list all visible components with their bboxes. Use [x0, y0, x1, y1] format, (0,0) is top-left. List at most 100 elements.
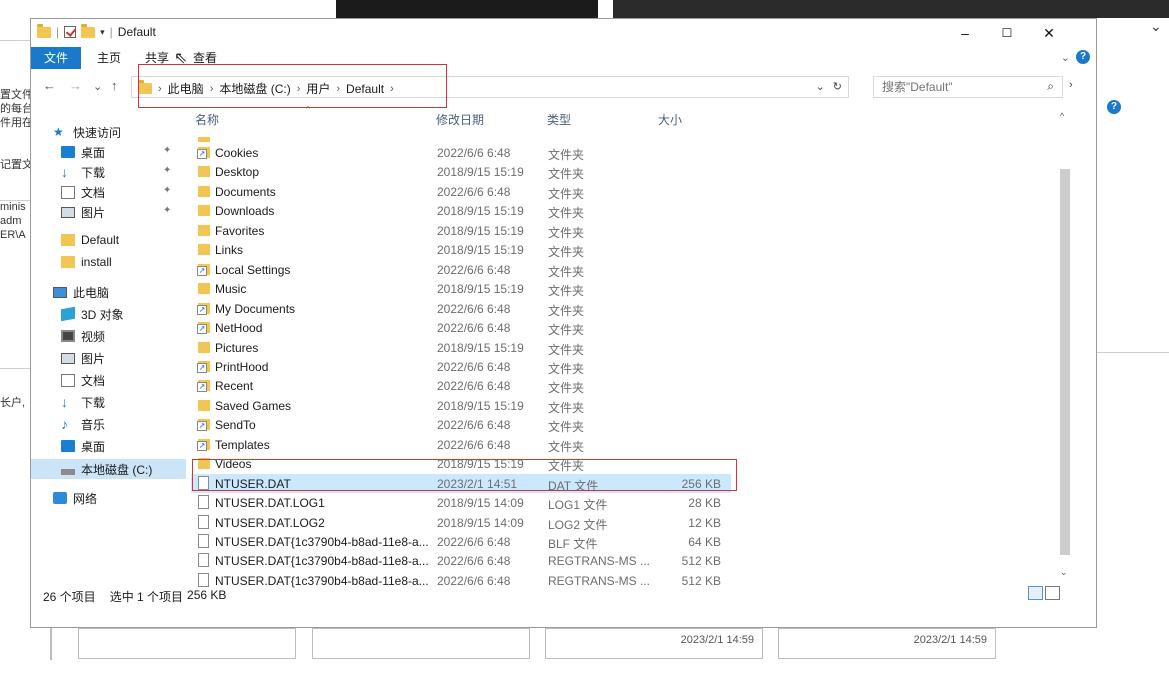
file-row[interactable]: NetHood 2022/6/6 6:48 文件夹: [191, 318, 731, 338]
nav-item-default[interactable]: Default: [61, 230, 119, 250]
search-input[interactable]: [874, 77, 1034, 97]
nav-item-downloads[interactable]: ↓ 下载 ✦: [61, 162, 186, 182]
back-arrow-icon[interactable]: ←: [43, 78, 56, 93]
nav-this-pc[interactable]: 此电脑: [53, 282, 109, 302]
file-row[interactable]: Cookies 2022/6/6 6:48 文件夹: [191, 143, 731, 163]
nav-item-install[interactable]: install: [61, 252, 112, 272]
maximize-button[interactable]: ☐: [986, 22, 1028, 44]
address-dropdown-icon[interactable]: ⌄: [816, 80, 825, 93]
background-text-fragment: adm: [0, 215, 22, 227]
file-row[interactable]: Local Settings 2022/6/6 6:48 文件夹: [191, 260, 731, 280]
file-row[interactable]: PrintHood 2022/6/6 6:48 文件夹: [191, 357, 731, 377]
network-icon: [53, 492, 67, 504]
column-header-size[interactable]: 大小: [658, 111, 682, 128]
nav-item-documents-pc[interactable]: 文档: [61, 370, 105, 390]
scroll-up-icon[interactable]: ^: [1060, 111, 1064, 121]
file-name: NTUSER.DAT{1c3790b4-b8ad-11e8-a...: [215, 554, 429, 569]
background-help-icon: ?: [1107, 100, 1121, 114]
file-row[interactable]: Favorites 2018/9/15 15:19 文件夹: [191, 221, 731, 241]
tab-file[interactable]: 文件: [31, 47, 81, 69]
nav-item-downloads-pc[interactable]: ↓ 下载: [61, 392, 105, 412]
chevron-right-icon[interactable]: ›: [1069, 79, 1073, 91]
nav-label: 桌面: [81, 145, 106, 160]
file-row[interactable]: Recent 2022/6/6 6:48 文件夹: [191, 376, 731, 396]
desktop-icon: [61, 146, 75, 158]
forward-arrow-icon[interactable]: →: [69, 78, 82, 93]
file-name: Pictures: [215, 340, 259, 355]
customize-toolbar-icon[interactable]: ▾: [100, 27, 105, 38]
search-box: ⌕: [873, 76, 1063, 98]
properties-icon[interactable]: [64, 26, 77, 38]
file-row[interactable]: Downloads 2018/9/15 15:19 文件夹: [191, 201, 731, 221]
large-icons-view-icon[interactable]: [1045, 586, 1060, 600]
file-type: 文件夹: [548, 381, 585, 396]
column-header-name[interactable]: 名称: [195, 111, 219, 128]
shortcut-folder-icon: [197, 380, 210, 393]
tab-home[interactable]: 主页: [91, 47, 127, 69]
file-name: Cookies: [215, 146, 259, 160]
file-row[interactable]: NTUSER.DAT{1c3790b4-b8ad-11e8-a... 2022/6…: [191, 551, 731, 571]
file-row[interactable]: NTUSER.DAT{1c3790b4-b8ad-11e8-a... 2022/6…: [191, 532, 731, 552]
nav-item-3d-objects[interactable]: 3D 对象: [61, 304, 124, 324]
file-date: 2022/6/6 6:48: [437, 146, 511, 160]
nav-label: 图片: [81, 205, 106, 220]
pin-icon[interactable]: ✦: [163, 205, 171, 216]
scroll-down-icon[interactable]: ⌄: [1060, 567, 1068, 578]
nav-label: 视频: [81, 329, 106, 344]
file-type: 文件夹: [548, 439, 585, 454]
nav-quick-access[interactable]: ★ 快速访问: [53, 122, 121, 142]
help-icon[interactable]: ?: [1076, 50, 1090, 64]
background-text-fragment: [0, 172, 32, 186]
pin-icon[interactable]: ✦: [163, 145, 171, 156]
nav-item-desktop-pc[interactable]: 桌面: [61, 436, 105, 456]
scrollbar-thumb[interactable]: [1060, 169, 1070, 555]
background-text-fragment: [0, 354, 32, 368]
file-row[interactable]: Templates 2022/6/6 6:48 文件夹: [191, 435, 731, 455]
pin-icon[interactable]: ✦: [163, 185, 171, 196]
recent-locations-icon[interactable]: ⌄: [93, 80, 102, 93]
nav-label: 此电脑: [73, 285, 110, 300]
nav-label: 3D 对象: [81, 307, 124, 322]
file-name: Favorites: [215, 223, 265, 238]
nav-item-desktop[interactable]: 桌面 ✦: [61, 142, 186, 162]
minimize-button[interactable]: –: [944, 22, 986, 44]
file-icon: [198, 514, 209, 529]
details-view-icon[interactable]: [1028, 586, 1043, 600]
close-button[interactable]: ✕: [1028, 22, 1070, 44]
up-arrow-icon[interactable]: ↑: [111, 78, 118, 93]
file-date: 2022/6/6 6:48: [437, 359, 511, 374]
column-header-date[interactable]: 修改日期: [436, 111, 484, 128]
file-row[interactable]: SendTo 2022/6/6 6:48 文件夹: [191, 415, 731, 435]
file-row[interactable]: Pictures 2018/9/15 15:19 文件夹: [191, 338, 731, 358]
new-folder-icon[interactable]: [81, 23, 96, 38]
file-row[interactable]: NTUSER.DAT.LOG2 2018/9/15 14:09 LOG2 文件 12 …: [191, 513, 731, 533]
expand-ribbon-icon[interactable]: ⌄: [1061, 51, 1070, 64]
nav-item-documents[interactable]: 文档 ✦: [61, 182, 186, 202]
computer-icon: [53, 286, 67, 298]
file-date: 2018/9/15 14:09: [437, 515, 524, 530]
nav-item-pictures[interactable]: 图片 ✦: [61, 202, 186, 222]
nav-item-drive-c[interactable]: 本地磁盘 (C:): [31, 459, 186, 479]
file-row[interactable]: Documents 2022/6/6 6:48 文件夹: [191, 182, 731, 202]
vertical-scrollbar[interactable]: ^ ⌄: [1058, 111, 1072, 581]
search-icon[interactable]: ⌕: [1047, 79, 1054, 94]
file-row[interactable]: NTUSER.DAT{1c3790b4-b8ad-11e8-a... 2022/6…: [191, 571, 731, 591]
file-row[interactable]: Music 2018/9/15 15:19 文件夹: [191, 279, 731, 299]
column-header-type[interactable]: 类型: [547, 111, 571, 128]
file-row[interactable]: Links 2018/9/15 15:19 文件夹: [191, 240, 731, 260]
nav-item-music[interactable]: ♪ 音乐: [61, 414, 105, 434]
file-row[interactable]: Desktop 2018/9/15 15:19 文件夹: [191, 162, 731, 182]
file-row[interactable]: Saved Games 2018/9/15 15:19 文件夹: [191, 396, 731, 416]
nav-label: 图片: [81, 351, 106, 366]
nav-label: 音乐: [81, 417, 106, 432]
file-name: Saved Games: [215, 398, 292, 413]
file-row[interactable]: NTUSER.DAT.LOG1 2018/9/15 14:09 LOG1 文件 28 …: [191, 493, 731, 513]
nav-network[interactable]: 网络: [53, 488, 97, 508]
nav-item-pictures-pc[interactable]: 图片: [61, 348, 105, 368]
refresh-icon[interactable]: ↻: [833, 80, 842, 93]
file-row[interactable]: My Documents 2022/6/6 6:48 文件夹: [191, 299, 731, 319]
nav-item-videos[interactable]: 视频: [61, 326, 105, 346]
pin-icon[interactable]: ✦: [163, 165, 171, 176]
file-name: Links: [215, 243, 244, 258]
nav-label: 桌面: [81, 439, 106, 454]
